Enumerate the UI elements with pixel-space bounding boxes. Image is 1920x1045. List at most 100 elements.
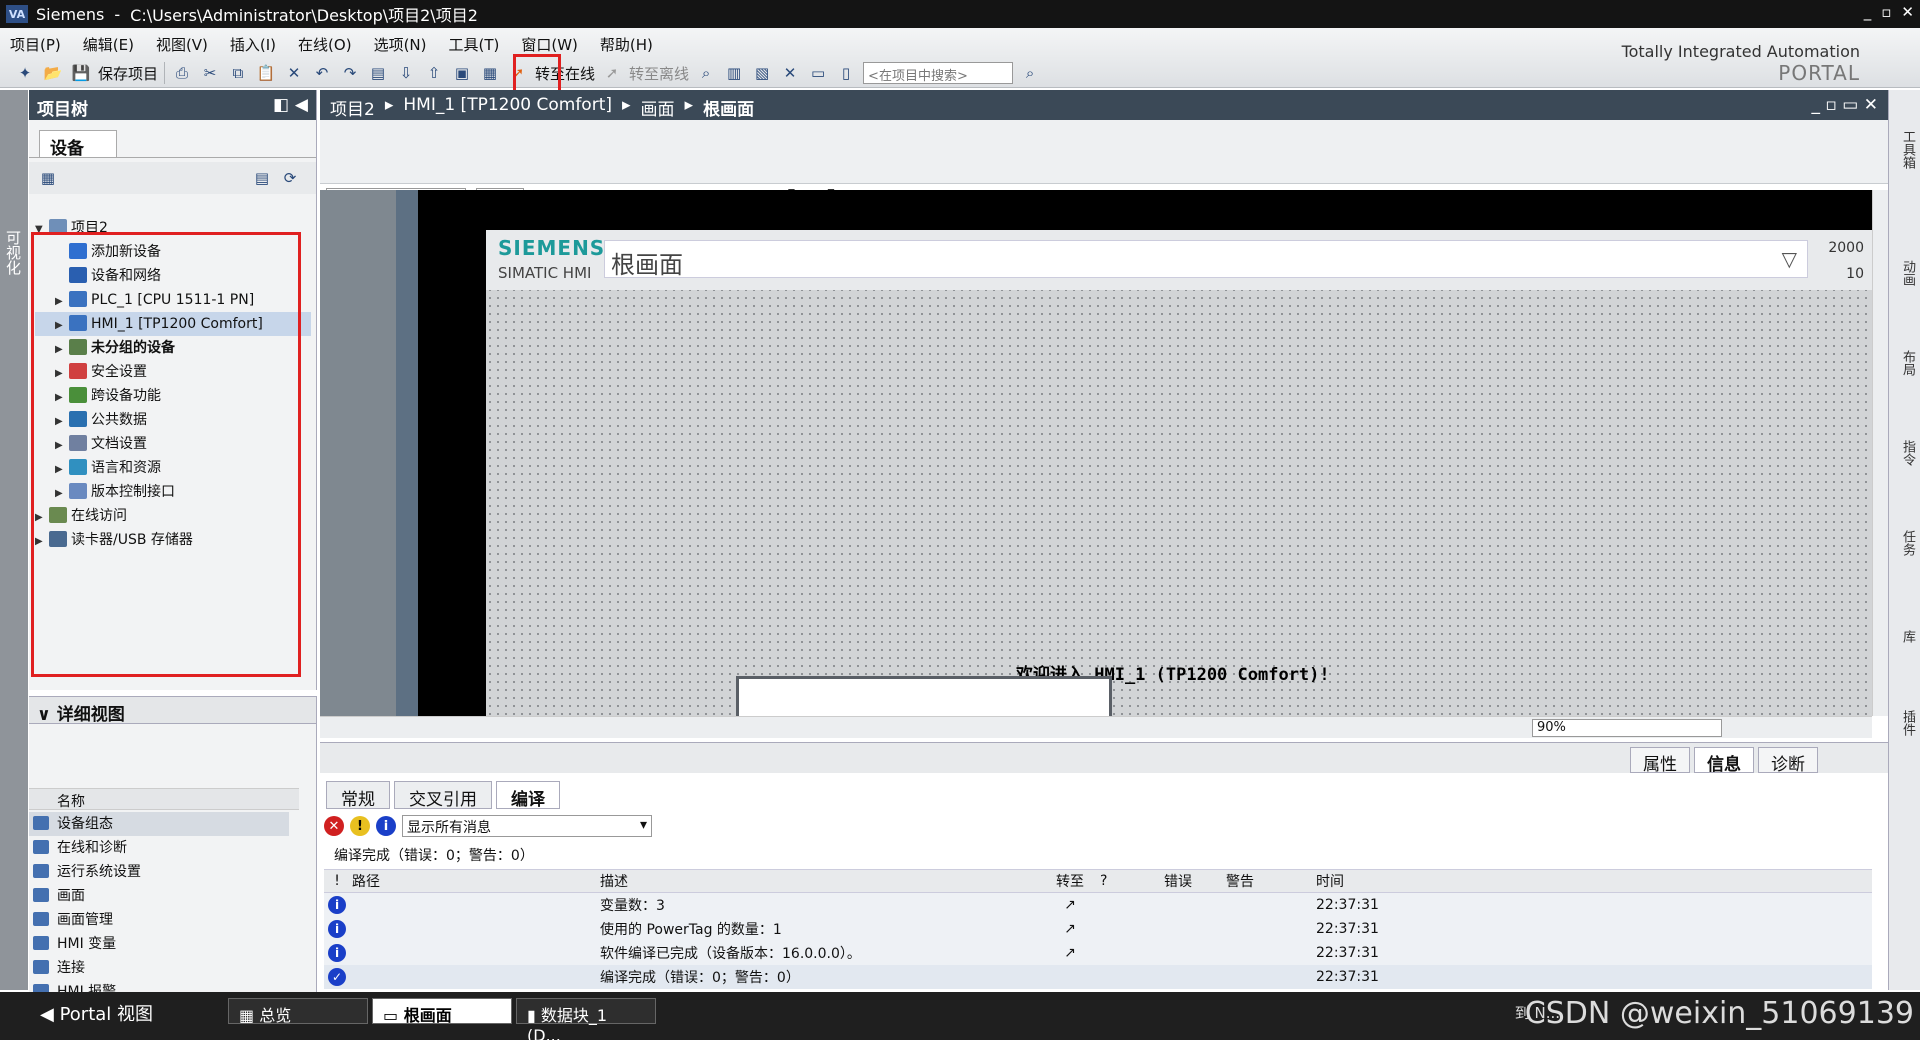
message-description: 软件编译已完成（设备版本：16.0.0.0）。 — [600, 946, 861, 962]
detail-view-column-name[interactable]: 名称 — [29, 788, 299, 810]
detail-item-label: HMI 变量 — [57, 936, 117, 952]
open-project-icon[interactable]: 📂 — [42, 62, 64, 84]
horizontal-scrollbar[interactable]: 90% — [320, 716, 1872, 738]
breadcrumb-device[interactable]: HMI_1 [TP1200 Comfort] — [403, 95, 612, 115]
split-horizontal-icon[interactable]: ▭ — [807, 62, 829, 84]
goto-icon[interactable]: ↗ — [1040, 945, 1100, 961]
message-filter-select[interactable]: 显示所有消息 ▾ — [402, 815, 652, 837]
upload-icon[interactable]: ⇧ — [423, 62, 445, 84]
menu-project[interactable]: 项目(P) — [10, 34, 61, 55]
save-icon[interactable]: 💾 — [70, 62, 92, 84]
tree-view-icon[interactable]: ▤ — [251, 167, 273, 189]
start-simulation-icon[interactable]: ▣ — [451, 62, 473, 84]
message-row[interactable]: i 变量数：3 ↗ 22:37:31 — [324, 893, 1872, 917]
screen-title-field[interactable]: 根画面 ▽ — [604, 240, 1808, 279]
menu-edit[interactable]: 编辑(E) — [83, 34, 134, 55]
new-project-icon[interactable]: ✦ — [14, 62, 36, 84]
split-vertical-icon[interactable]: ▯ — [835, 62, 857, 84]
tab-cross-reference[interactable]: 交叉引用 — [394, 781, 492, 810]
detail-view-header[interactable]: ∨ 详细视图 — [29, 696, 316, 725]
portal-view-button[interactable]: ◀ Portal 视图 — [40, 1000, 153, 1026]
stop-simulation-icon[interactable]: ▦ — [479, 62, 501, 84]
tab-devices[interactable]: 设备 — [39, 130, 117, 159]
close-editor-icon[interactable]: ✕ — [779, 62, 801, 84]
go-offline-button[interactable]: 转至离线 — [629, 63, 689, 84]
tab-root-screen[interactable]: ▭ 根画面 — [372, 998, 512, 1025]
menu-options[interactable]: 选项(N) — [374, 34, 427, 55]
hmi-time-field[interactable]: 10 — [1846, 266, 1864, 282]
task-card-instructions[interactable]: 指令 — [1893, 440, 1917, 466]
info-filter-icon[interactable]: i — [376, 816, 396, 836]
tab-diagnostics[interactable]: 诊断 — [1758, 747, 1818, 775]
visualization-strip-label[interactable]: 可视化 — [3, 230, 24, 275]
task-card-toolbox[interactable]: 工具箱 — [1893, 130, 1917, 169]
vertical-scrollbar[interactable] — [1872, 190, 1888, 716]
go-offline-icon[interactable]: ➚ — [601, 62, 623, 84]
menu-insert[interactable]: 插入(I) — [230, 34, 276, 55]
task-card-tasks[interactable]: 任务 — [1893, 530, 1917, 556]
search-icon[interactable]: ⌕ — [1019, 62, 1041, 84]
detail-view-item[interactable]: 画面 — [29, 884, 289, 908]
breadcrumb-screens[interactable]: 画面 — [641, 95, 675, 120]
hmi-screen[interactable]: SIEMENS SIMATIC HMI 根画面 ▽ 2000 10 欢迎进入 H… — [486, 230, 1872, 720]
goto-icon[interactable]: ↗ — [1040, 897, 1100, 913]
paste-icon[interactable]: 📋 — [255, 62, 277, 84]
tree-refresh-icon[interactable]: ⟳ — [279, 167, 301, 189]
redo-icon[interactable]: ↷ — [339, 62, 361, 84]
compare-icon[interactable]: ▧ — [751, 62, 773, 84]
tree-settings-icon[interactable]: ▦ — [37, 167, 59, 189]
editor-window-controls[interactable]: _ ▫ ▭ ✕ — [1811, 95, 1878, 115]
detail-view-item[interactable]: 在线和诊断 — [29, 836, 289, 860]
accessible-devices-icon[interactable]: ⌕ — [695, 62, 717, 84]
project-search-input[interactable]: <在项目中搜索> — [863, 62, 1014, 84]
hmi-io-field[interactable] — [736, 676, 1112, 720]
menu-window[interactable]: 窗口(W) — [521, 34, 578, 55]
goto-icon[interactable]: ↗ — [1040, 921, 1100, 937]
message-row[interactable]: i 软件编译已完成（设备版本：16.0.0.0）。 ↗ 22:37:31 — [324, 941, 1872, 965]
tab-general[interactable]: 常规 — [326, 781, 390, 810]
task-card-animation[interactable]: 动画 — [1893, 260, 1917, 286]
menu-help[interactable]: 帮助(H) — [600, 34, 653, 55]
collapse-panel-icon[interactable]: ◧ ◀ — [273, 95, 308, 115]
cut-icon[interactable]: ✂ — [199, 62, 221, 84]
zoom-select[interactable]: 90% — [1532, 719, 1722, 737]
hmi-date-field[interactable]: 2000 — [1828, 240, 1864, 256]
breadcrumb-root-screen[interactable]: 根画面 — [703, 95, 754, 120]
restore-icon[interactable]: ▫ — [1881, 3, 1891, 21]
delete-icon[interactable]: ✕ — [283, 62, 305, 84]
compile-icon[interactable]: ▤ — [367, 62, 389, 84]
menu-tools[interactable]: 工具(T) — [449, 34, 500, 55]
undo-icon[interactable]: ↶ — [311, 62, 333, 84]
menu-online[interactable]: 在线(O) — [298, 34, 352, 55]
detail-view-item[interactable]: 连接 — [29, 956, 289, 980]
chevron-down-icon[interactable]: ∨ — [37, 705, 51, 725]
breadcrumb-project[interactable]: 项目2 — [330, 95, 375, 120]
message-row[interactable]: ✓ 编译完成（错误：0；警告：0） 22:37:31 — [324, 965, 1872, 989]
error-filter-icon[interactable]: ✕ — [324, 816, 344, 836]
warning-filter-icon[interactable]: ! — [350, 816, 370, 836]
cross-reference-icon[interactable]: ▥ — [723, 62, 745, 84]
minimize-icon[interactable]: _ — [1864, 3, 1872, 21]
detail-view-item[interactable]: HMI 变量 — [29, 932, 289, 956]
copy-icon[interactable]: ⧉ — [227, 62, 249, 84]
tab-data-block[interactable]: ▮ 数据块_1 (D... — [516, 998, 656, 1045]
tab-compile[interactable]: 编译 — [496, 781, 560, 810]
detail-view-item[interactable]: 运行系统设置 — [29, 860, 289, 884]
task-card-addins[interactable]: 插件 — [1893, 710, 1917, 736]
tab-properties[interactable]: 属性 — [1630, 747, 1690, 775]
task-card-libraries[interactable]: 库 — [1893, 630, 1917, 643]
download-icon[interactable]: ⇩ — [395, 62, 417, 84]
detail-view-item[interactable]: 画面管理 — [29, 908, 289, 932]
menu-view[interactable]: 视图(V) — [156, 34, 208, 55]
project-tree-title: 项目树 — [37, 100, 88, 120]
print-icon[interactable]: ⎙ — [171, 62, 193, 84]
detail-view-item[interactable]: 设备组态 — [29, 812, 289, 836]
editor-canvas[interactable]: SIEMENS SIMATIC HMI 根画面 ▽ 2000 10 欢迎进入 H… — [320, 190, 1872, 720]
message-row[interactable]: i 使用的 PowerTag 的数量：1 ↗ 22:37:31 — [324, 917, 1872, 941]
tab-overview[interactable]: ▦ 总览 — [228, 998, 368, 1025]
close-icon[interactable]: ✕ — [1901, 3, 1914, 21]
watermark: CSDN @weixin_51069139 — [1524, 996, 1914, 1031]
tab-info[interactable]: 信息 — [1694, 747, 1754, 775]
task-card-layout[interactable]: 布局 — [1893, 350, 1917, 376]
save-project-button[interactable]: 保存项目 — [98, 63, 158, 84]
